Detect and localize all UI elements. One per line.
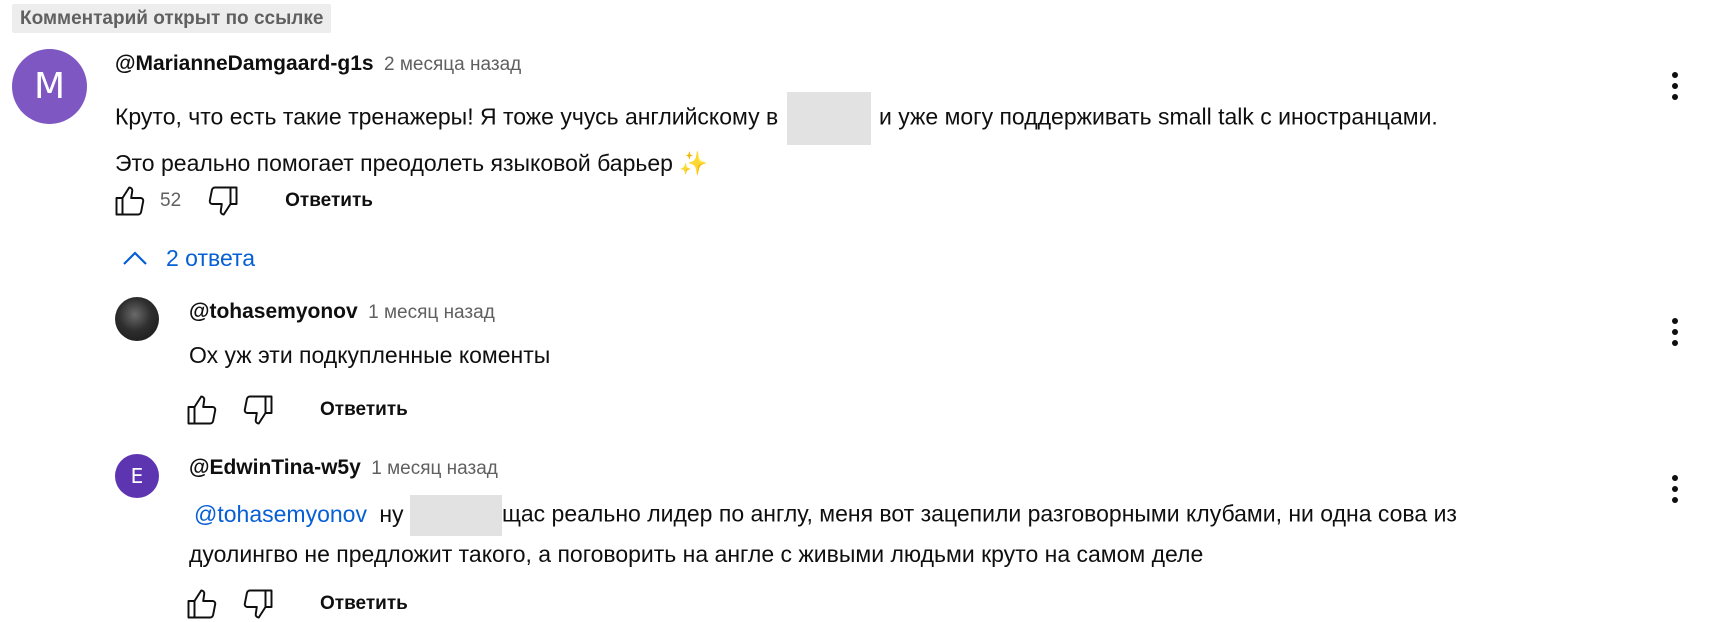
reply-header: @tohasemyonov 1 месяц назад <box>189 300 495 324</box>
mention-link[interactable]: @tohasemyonov <box>194 501 367 527</box>
comment-author[interactable]: @MarianneDamgaard-g1s <box>115 52 374 75</box>
redacted-block <box>409 495 502 536</box>
reply-actions: Ответить <box>184 392 408 428</box>
reply-button[interactable]: Ответить <box>320 593 408 615</box>
reply-button[interactable]: Ответить <box>285 190 373 212</box>
chevron-up-icon <box>122 245 148 272</box>
avatar[interactable]: M <box>12 49 87 124</box>
thumbs-up-icon[interactable] <box>184 586 220 622</box>
comment-actions: 52 Ответить <box>112 183 373 219</box>
reply-time[interactable]: 1 месяц назад <box>371 458 498 479</box>
reply-text-part: ну <box>379 500 404 527</box>
more-vert-icon[interactable] <box>1660 66 1690 106</box>
comment-header: @MarianneDamgaard-g1s 2 месяца назад <box>115 52 521 76</box>
redacted-block <box>786 92 871 145</box>
thumbs-up-icon[interactable] <box>184 392 220 428</box>
reply-text-part: щас реально лидер по англу, меня вот зац… <box>501 500 1457 527</box>
reply-button[interactable]: Ответить <box>320 399 408 421</box>
thumbs-down-icon[interactable] <box>205 183 241 219</box>
comment-text: Круто, что есть такие тренажеры! Я тоже … <box>115 92 1438 182</box>
avatar[interactable]: E <box>115 454 159 498</box>
avatar[interactable] <box>115 297 159 341</box>
linked-comment-badge: Комментарий открыт по ссылке <box>12 4 332 33</box>
thumbs-down-icon[interactable] <box>240 586 276 622</box>
reply-text: Ох уж эти подкупленные коменты <box>189 342 551 368</box>
comment-text-part: и уже могу поддерживать small talk с ино… <box>879 103 1438 130</box>
like-count: 52 <box>160 190 182 211</box>
thumbs-down-icon[interactable] <box>240 392 276 428</box>
reply-author[interactable]: @tohasemyonov <box>189 300 358 323</box>
comment-time[interactable]: 2 месяца назад <box>384 54 521 75</box>
reply-actions: Ответить <box>184 586 408 622</box>
avatar-letter: E <box>130 464 144 488</box>
comment-text-line: Это реально помогает преодолеть языковой… <box>115 150 708 176</box>
reply-time[interactable]: 1 месяц назад <box>368 302 495 323</box>
comment-text-part: Круто, что есть такие тренажеры! Я тоже … <box>115 103 779 130</box>
reply-author[interactable]: @EdwinTina-w5y <box>189 456 361 479</box>
reply-text-line: дуолингво не предложит такого, а поговор… <box>189 541 1204 567</box>
thumbs-up-icon[interactable] <box>112 183 148 219</box>
avatar-letter: M <box>33 66 66 107</box>
more-vert-icon[interactable] <box>1660 469 1690 509</box>
reply-text: @tohasemyonov ну щас реально лидер по ан… <box>189 495 1457 573</box>
replies-toggle-label: 2 ответа <box>166 245 256 271</box>
reply-header: @EdwinTina-w5y 1 месяц назад <box>189 456 498 480</box>
replies-toggle[interactable]: 2 ответа <box>122 245 255 272</box>
more-vert-icon[interactable] <box>1660 312 1690 352</box>
